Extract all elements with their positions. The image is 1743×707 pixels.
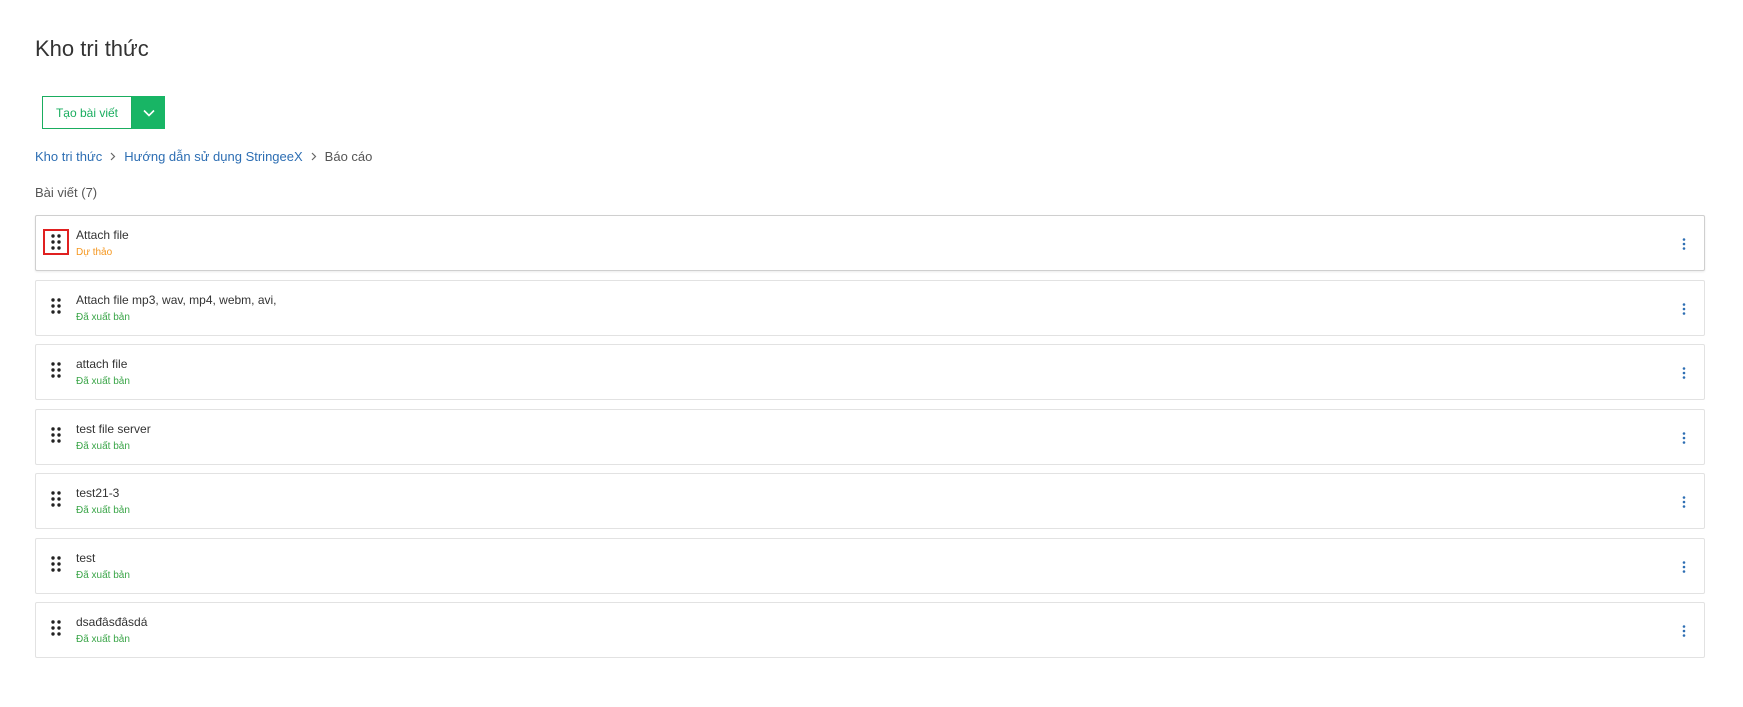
list-item[interactable]: test21-3 Đã xuất bản — [35, 473, 1705, 529]
article-list: Attach file Dự thảo Attach file mp3, wav… — [35, 215, 1705, 667]
article-title[interactable]: attach file — [76, 357, 127, 371]
create-article-dropdown-button[interactable] — [132, 96, 165, 129]
status-badge: Đã xuất bản — [76, 376, 130, 387]
more-vertical-icon[interactable] — [1678, 363, 1690, 383]
list-item[interactable]: attach file Đã xuất bản — [35, 344, 1705, 400]
drag-handle-icon[interactable] — [43, 486, 69, 512]
list-item[interactable]: dsađâsđâsdá Đã xuất bản — [35, 602, 1705, 658]
list-item[interactable]: Attach file mp3, wav, mp4, webm, avi, Đã… — [35, 279, 1705, 336]
drag-handle-icon[interactable] — [43, 229, 69, 255]
list-item[interactable]: test file server Đã xuất bản — [35, 408, 1705, 465]
drag-handle-icon[interactable] — [43, 293, 69, 319]
more-vertical-icon[interactable] — [1678, 621, 1690, 641]
status-badge: Đã xuất bản — [76, 440, 130, 452]
breadcrumb-item-current: Báo cáo — [324, 149, 373, 164]
status-badge: Đã xuất bản — [76, 634, 130, 645]
drag-handle-icon[interactable] — [43, 422, 69, 448]
drag-handle-icon[interactable] — [43, 615, 69, 641]
create-article-group: Tạo bài viết — [42, 96, 165, 129]
article-title[interactable]: Attach file mp3, wav, mp4, webm, avi, — [76, 293, 277, 307]
article-title[interactable]: test — [76, 551, 95, 565]
drag-handle-icon[interactable] — [43, 357, 69, 383]
more-vertical-icon[interactable] — [1678, 492, 1690, 512]
status-badge: Đã xuất bản — [76, 311, 130, 323]
more-vertical-icon[interactable] — [1678, 234, 1690, 254]
list-item[interactable]: test Đã xuất bản — [35, 537, 1705, 594]
status-badge: Dự thảo — [76, 247, 113, 258]
status-badge: Đã xuất bản — [76, 505, 130, 516]
create-article-button[interactable]: Tạo bài viết — [42, 96, 132, 129]
chevron-right-icon — [110, 152, 116, 161]
breadcrumb-item-knowledge-base[interactable]: Kho tri thức — [35, 149, 102, 164]
more-vertical-icon[interactable] — [1678, 428, 1690, 448]
article-title[interactable]: Attach file — [76, 228, 129, 242]
chevron-down-icon — [142, 104, 155, 122]
article-title[interactable]: dsađâsđâsdá — [76, 615, 147, 629]
page-title: Kho tri thức — [35, 36, 149, 61]
more-vertical-icon[interactable] — [1678, 557, 1690, 577]
article-title[interactable]: test file server — [76, 422, 151, 436]
status-badge: Đã xuất bản — [76, 569, 130, 581]
list-item[interactable]: Attach file Dự thảo — [35, 215, 1705, 271]
breadcrumb: Kho tri thức Hướng dẫn sử dụng StringeeX… — [35, 149, 372, 164]
more-vertical-icon[interactable] — [1678, 299, 1690, 319]
chevron-right-icon — [311, 152, 317, 161]
breadcrumb-item-guide[interactable]: Hướng dẫn sử dụng StringeeX — [124, 149, 302, 164]
article-title[interactable]: test21-3 — [76, 486, 119, 500]
drag-handle-icon[interactable] — [43, 551, 69, 577]
articles-count-label: Bài viết (7) — [35, 185, 98, 200]
